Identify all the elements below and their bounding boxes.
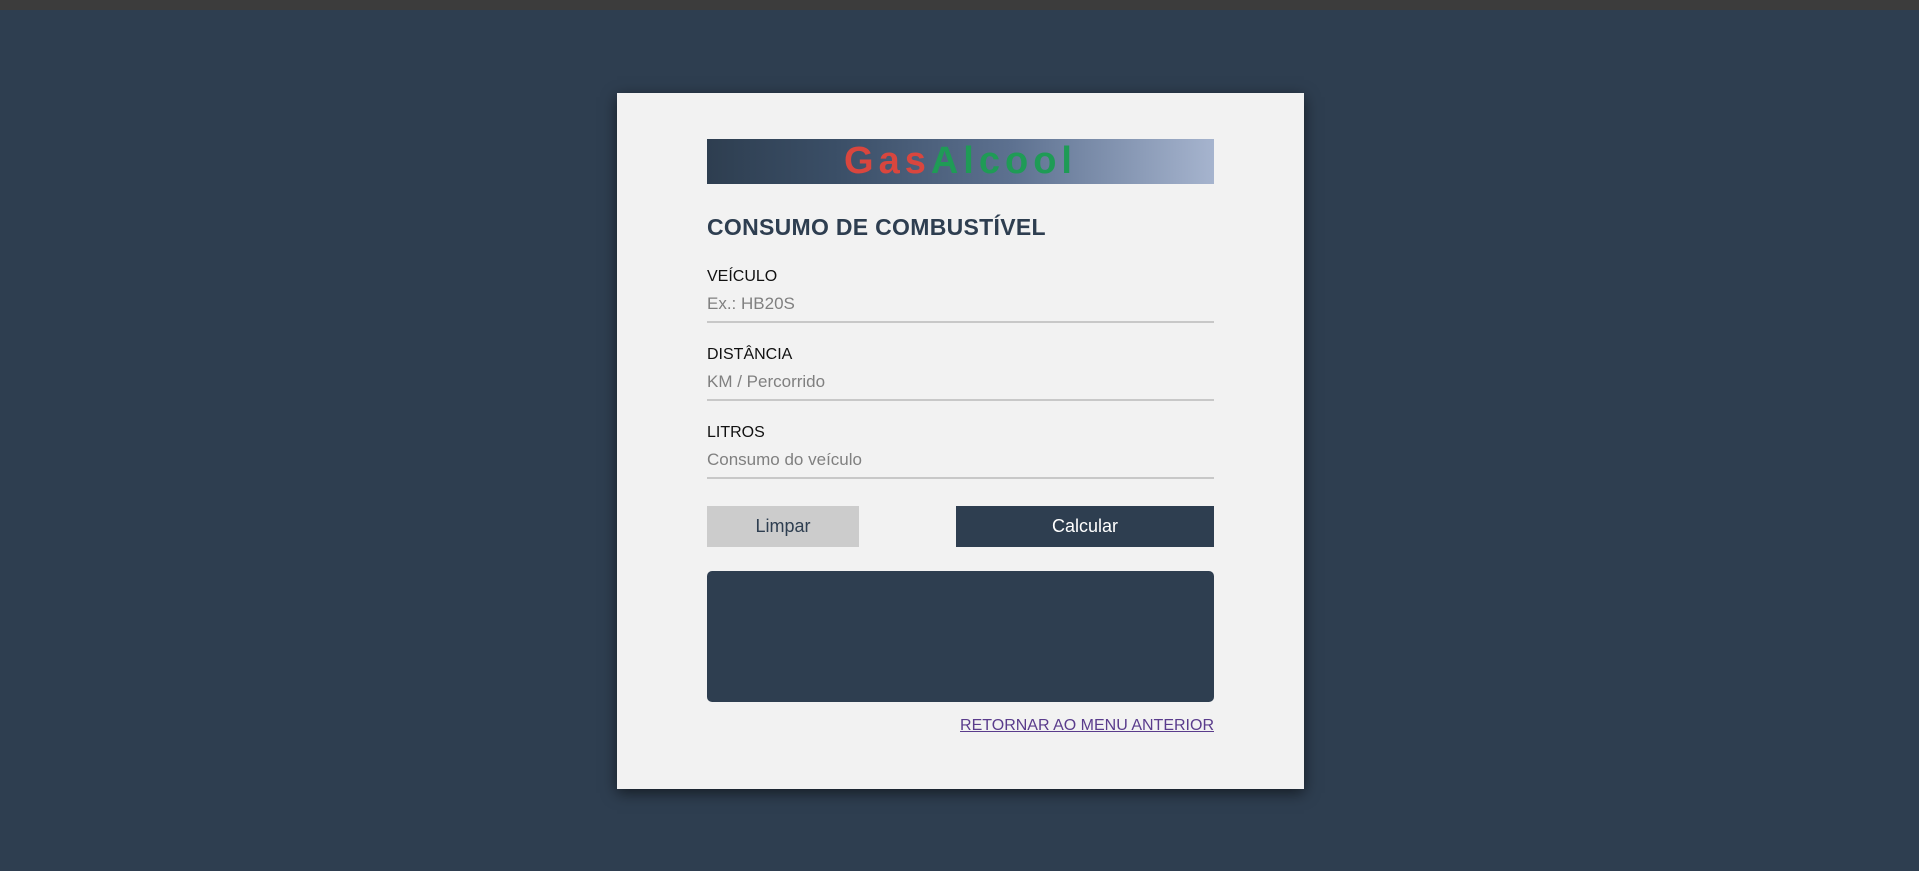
field-vehicle: VEÍCULO — [707, 268, 1214, 323]
liters-input[interactable] — [707, 450, 1214, 479]
logo-banner: GasAlcool — [707, 139, 1214, 184]
logo: GasAlcool — [844, 139, 1077, 184]
button-row: Limpar Calcular — [707, 506, 1214, 547]
logo-alcool-text: Alcool — [930, 140, 1077, 182]
back-to-menu-link[interactable]: RETORNAR AO MENU ANTERIOR — [960, 717, 1214, 734]
liters-label: LITROS — [707, 424, 765, 441]
browser-top-strip — [0, 0, 1919, 10]
page-title: CONSUMO DE COMBUSTÍVEL — [707, 214, 1046, 240]
clear-button[interactable]: Limpar — [707, 506, 859, 547]
distance-input[interactable] — [707, 372, 1214, 401]
calculate-button[interactable]: Calcular — [956, 506, 1214, 547]
distance-label: DISTÂNCIA — [707, 346, 793, 363]
result-box — [707, 571, 1214, 702]
calculator-card: GasAlcool CONSUMO DE COMBUSTÍVEL VEÍCULO… — [617, 93, 1304, 789]
logo-gas-text: Gas — [844, 140, 931, 182]
field-liters: LITROS — [707, 424, 1214, 479]
field-distance: DISTÂNCIA — [707, 346, 1214, 401]
vehicle-label: VEÍCULO — [707, 268, 778, 285]
vehicle-input[interactable] — [707, 294, 1214, 323]
form-container: GasAlcool CONSUMO DE COMBUSTÍVEL VEÍCULO… — [707, 139, 1214, 735]
back-link-container: RETORNAR AO MENU ANTERIOR — [707, 717, 1214, 735]
